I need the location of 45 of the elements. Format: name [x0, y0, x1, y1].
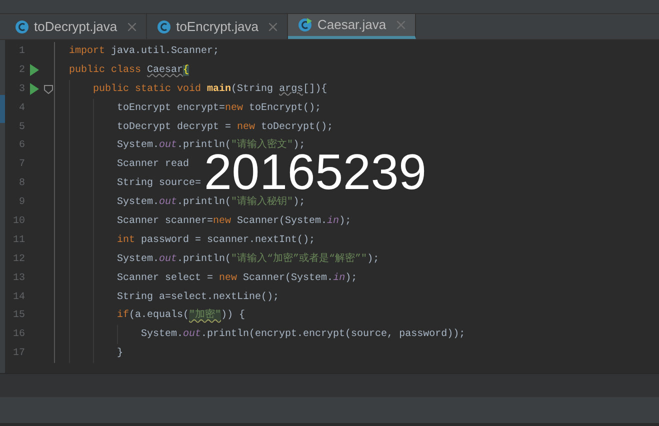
- code-line: public class Caesar{: [69, 64, 190, 78]
- close-icon[interactable]: [269, 22, 278, 30]
- line-number: 16: [12, 328, 25, 342]
- close-icon[interactable]: [128, 22, 136, 30]
- code-line: }: [117, 346, 124, 362]
- code-line: toDecrypt decrypt = new toDecrypt();: [117, 120, 334, 134]
- overlay-text: 20165239: [204, 153, 426, 192]
- line-number: 11: [12, 234, 25, 248]
- line-number: 5: [18, 120, 25, 134]
- code-line: int password = scanner.nextInt();: [117, 234, 316, 248]
- line-number: 6: [18, 139, 25, 154]
- code-line: String a=select.nextLine();: [117, 290, 280, 305]
- fold-icon[interactable]: [44, 84, 53, 94]
- file-tab[interactable]: Caesar.java: [288, 14, 416, 39]
- code-line: public static void main(String args[]){: [93, 82, 328, 97]
- line-number: 14: [12, 290, 25, 305]
- run-icon[interactable]: [29, 64, 39, 76]
- code-line: String source=: [117, 176, 202, 192]
- code-line: System.out.println("请输入密文");: [117, 138, 306, 154]
- code-line: Scanner select = new Scanner(System.in);: [117, 272, 358, 286]
- code-line: System.out.println(encrypt.encrypt(source, password));: [141, 328, 466, 342]
- code-line: if(a.equals("加密")) {: [117, 308, 246, 324]
- line-number: 10: [12, 214, 25, 229]
- line-number: 8: [18, 177, 25, 192]
- line-number: 1: [18, 44, 25, 59]
- line-number: 4: [18, 102, 25, 116]
- line-number: 15: [12, 309, 25, 324]
- run-icon[interactable]: [29, 83, 39, 96]
- code-line: Scanner read: [117, 158, 190, 172]
- line-number: 12: [12, 252, 25, 267]
- tool-window-strip: [0, 95, 5, 123]
- line-number: 9: [18, 196, 25, 210]
- line-number: 2: [18, 64, 25, 78]
- code-line: toEncrypt encrypt=new toEncrypt();: [117, 102, 322, 116]
- code-line: System.out.println("请输入秘钥");: [117, 195, 306, 210]
- line-number: 17: [12, 347, 25, 362]
- line-number: 3: [18, 82, 25, 97]
- code-line: import java.util.Scanner;: [69, 44, 220, 59]
- line-number: 13: [12, 272, 25, 286]
- class-icon: [15, 20, 29, 34]
- line-number: 7: [18, 158, 25, 172]
- code-line: Scanner scanner=new Scanner(System.in);: [117, 214, 352, 229]
- class-run-icon: [298, 18, 312, 32]
- class-icon: [157, 20, 172, 34]
- code-line: System.out.println("请输入“加密”或者是“解密”");: [117, 252, 380, 267]
